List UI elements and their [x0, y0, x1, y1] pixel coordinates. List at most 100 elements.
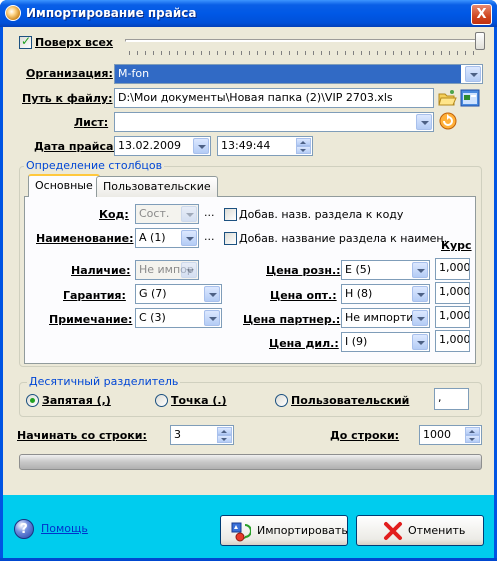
chevron-down-icon[interactable] — [412, 286, 428, 302]
start-row-value: 3 — [174, 428, 181, 441]
time-spinner[interactable]: 13:49:44 — [217, 136, 313, 156]
name-label: Наименование: — [36, 232, 134, 245]
chevron-down-icon[interactable] — [204, 310, 220, 326]
code-value: Сост. — [139, 207, 170, 220]
date-picker[interactable]: 13.02.2009 — [114, 136, 211, 156]
title-bar[interactable]: Импортирование прайса X — [0, 0, 497, 27]
tab-custom[interactable]: Пользовательские — [96, 176, 218, 197]
add-section-code-label[interactable]: Добав. назв. раздела к коду — [239, 208, 403, 221]
note-value: C (3) — [139, 311, 166, 324]
preview-icon[interactable] — [460, 88, 480, 108]
spin-up-icon[interactable] — [296, 138, 311, 146]
cancel-button-label: Отменить — [408, 524, 466, 537]
date-label: Дата прайса: — [34, 140, 118, 153]
spin-down-icon[interactable] — [296, 146, 311, 154]
close-button[interactable]: X — [471, 4, 492, 25]
time-spin-buttons[interactable] — [296, 138, 311, 154]
spin-up-icon[interactable] — [465, 427, 480, 435]
help-icon[interactable]: ? — [14, 519, 34, 539]
always-on-top-label[interactable]: Поверх всех — [35, 36, 113, 49]
wholesale-price-label: Цена опт.: — [270, 289, 337, 302]
always-on-top-checkbox[interactable] — [19, 34, 32, 49]
decimal-comma-radio[interactable] — [26, 394, 39, 407]
warranty-label: Гарантия: — [63, 289, 126, 302]
spin-down-icon[interactable] — [465, 435, 480, 443]
chevron-down-icon[interactable] — [181, 262, 197, 278]
partner-price-label: Цена партнер.: — [243, 313, 341, 326]
name-more-button[interactable]: ... — [204, 230, 215, 243]
cancel-button[interactable]: Отменить — [356, 515, 484, 546]
decimal-group-title: Десятичный разделитель — [27, 375, 181, 388]
org-label: Организация: — [26, 67, 113, 80]
sheet-select[interactable] — [114, 112, 434, 132]
retail-price-label: Цена розн.: — [266, 264, 341, 277]
chevron-down-icon[interactable] — [416, 114, 432, 130]
cancel-x-icon — [383, 521, 403, 541]
decimal-dot-label[interactable]: Точка (.) — [171, 394, 227, 407]
end-row-value: 1000 — [423, 428, 451, 441]
wholesale-rate-input[interactable]: 1,000 — [435, 282, 470, 304]
partner-rate-input[interactable]: 1,000 — [435, 306, 470, 328]
chevron-down-icon[interactable] — [465, 66, 481, 82]
path-label: Путь к файлу: — [22, 92, 113, 105]
chevron-down-icon[interactable] — [412, 310, 428, 326]
sheet-label: Лист: — [74, 116, 109, 129]
decimal-dot-radio[interactable] — [155, 394, 168, 407]
note-label: Примечание: — [49, 313, 133, 326]
chevron-down-icon[interactable] — [412, 262, 428, 278]
refresh-icon[interactable] — [438, 111, 458, 131]
retail-price-value: E (5) — [345, 263, 372, 276]
help-link[interactable]: Помощь — [41, 522, 88, 535]
chevron-down-icon[interactable] — [204, 286, 220, 302]
add-section-name-checkbox[interactable] — [224, 232, 237, 245]
retail-price-select[interactable]: E (5) — [341, 260, 430, 280]
add-section-name-label[interactable]: Добав. название раздела к наимен. — [239, 232, 447, 245]
folder-open-icon[interactable] — [437, 88, 457, 108]
warranty-select[interactable]: G (7) — [135, 284, 222, 304]
chevron-down-icon[interactable] — [412, 334, 428, 350]
partner-price-select[interactable]: Не импортир — [341, 308, 430, 328]
code-label: Код: — [99, 208, 129, 221]
spin-up-icon[interactable] — [217, 427, 232, 435]
spin-down-icon[interactable] — [217, 435, 232, 443]
name-value: A (1) — [139, 231, 166, 244]
dealer-price-value: I (9) — [345, 335, 368, 348]
start-row-spin[interactable] — [217, 427, 232, 443]
decimal-custom-input[interactable]: , — [434, 388, 469, 410]
start-row-label: Начинать со строки: — [17, 429, 147, 442]
availability-select[interactable]: Не импор — [135, 260, 199, 280]
window-title: Импортирование прайса — [26, 6, 197, 20]
org-selected-value: M-fon — [115, 65, 461, 83]
name-select[interactable]: A (1) — [135, 228, 199, 248]
end-row-spin[interactable] — [465, 427, 480, 443]
tab-main[interactable]: Основные — [28, 174, 100, 197]
code-more-button[interactable]: ... — [204, 206, 215, 219]
org-select[interactable]: M-fon — [114, 64, 483, 84]
end-row-input[interactable]: 1000 — [419, 425, 482, 445]
chevron-down-icon[interactable] — [181, 206, 197, 222]
decimal-custom-label[interactable]: Пользовательский — [291, 394, 409, 407]
dealer-price-select[interactable]: I (9) — [341, 332, 430, 352]
chevron-down-icon[interactable] — [193, 138, 209, 154]
dealer-rate-input[interactable]: 1,000 — [435, 330, 470, 352]
decimal-custom-radio[interactable] — [275, 394, 288, 407]
code-select[interactable]: Сост. — [135, 204, 199, 224]
import-progress-bar — [19, 454, 482, 470]
import-button[interactable]: Импортировать — [220, 515, 348, 546]
opacity-slider-ticks — [129, 51, 481, 55]
start-row-input[interactable]: 3 — [170, 425, 234, 445]
rate-header: Курс — [441, 239, 472, 252]
wholesale-price-select[interactable]: H (8) — [341, 284, 430, 304]
opacity-slider-track[interactable] — [125, 39, 483, 42]
note-select[interactable]: C (3) — [135, 308, 222, 328]
chevron-down-icon[interactable] — [181, 230, 197, 246]
import-button-label: Импортировать — [257, 524, 348, 537]
path-input[interactable]: D:\Мои документы\Новая папка (2)\VIP 270… — [114, 88, 434, 108]
decimal-comma-label[interactable]: Запятая (,) — [42, 394, 111, 407]
opacity-slider-thumb[interactable] — [475, 32, 485, 50]
add-section-code-checkbox[interactable] — [224, 208, 237, 221]
warranty-value: G (7) — [139, 287, 167, 300]
retail-rate-input[interactable]: 1,000 — [435, 258, 470, 280]
wholesale-price-value: H (8) — [345, 287, 373, 300]
time-value: 13:49:44 — [221, 139, 271, 152]
